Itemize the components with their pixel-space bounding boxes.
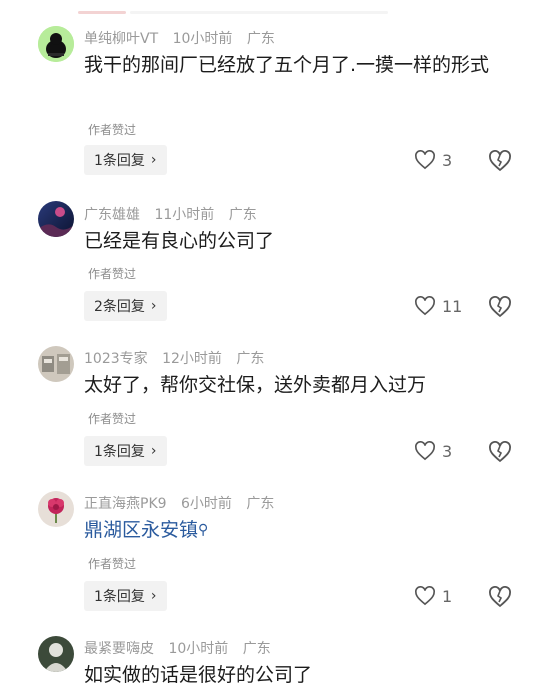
replies-label: 2条回复 [94,299,145,315]
view-replies-button[interactable]: 1条回复 › [84,581,167,611]
comment-meta: 最紧要嗨皮 10小时前 广东 [84,638,281,658]
comment-text: 我干的那间厂已经放了五个月了.一摸一样的形式 [84,54,490,76]
chevron-right-icon: › [150,298,157,314]
author-liked-label: 作者赞过 [88,123,137,137]
dislike-button[interactable] [488,441,512,467]
like-count: 3 [442,441,453,461]
comment-time: 10小时前 [172,31,233,47]
heart-icon [415,586,435,606]
comment-location: 广东 [246,31,275,47]
comment-location: 广东 [236,351,265,367]
username[interactable]: 最紧要嗨皮 [84,641,154,657]
heart-icon [415,296,435,316]
view-replies-button[interactable]: 1条回复 › [84,145,167,175]
like-button[interactable]: 1 [414,586,452,606]
comment-text: 太好了，帮你交社保，送外卖都月入过万 [84,374,427,396]
author-liked-label: 作者赞过 [88,412,137,426]
dislike-button[interactable] [488,296,512,322]
replies-label: 1条回复 [94,444,145,460]
username[interactable]: 单纯柳叶VT [84,31,158,47]
top-scroll-indicator [78,0,388,14]
dislike-button[interactable] [488,150,512,176]
search-icon: ⚲ [198,522,209,538]
broken-heart-icon [489,586,511,608]
author-liked-label: 作者赞过 [88,267,137,281]
avatar[interactable] [38,26,74,62]
chevron-right-icon: › [150,588,157,604]
comment-meta: 正直海燕PK9 6小时前 广东 [84,493,284,513]
black-blob-avatar-icon [38,26,74,62]
avatar[interactable] [38,201,74,237]
comment-location: 广东 [246,496,275,512]
comment-location: 广东 [242,641,271,657]
view-replies-button[interactable]: 2条回复 › [84,291,167,321]
like-count: 3 [442,150,453,170]
like-count: 11 [442,296,463,316]
photo-avatar-icon [38,636,74,672]
avatar[interactable] [38,346,74,382]
username[interactable]: 正直海燕PK9 [84,496,167,512]
username[interactable]: 1023专家 [84,351,148,367]
heart-icon [415,441,435,461]
avatar[interactable] [38,636,74,672]
comment-meta: 单纯柳叶VT 10小时前 广东 [84,28,285,48]
flower-avatar-icon [38,491,74,527]
comment-text: 已经是有良心的公司了 [84,230,275,252]
chevron-right-icon: › [150,152,157,168]
replies-label: 1条回复 [94,153,145,169]
dislike-button[interactable] [488,586,512,612]
comment-meta: 广东雄雄 11小时前 广东 [84,204,267,224]
like-button[interactable]: 3 [414,441,452,461]
view-replies-button[interactable]: 1条回复 › [84,436,167,466]
username[interactable]: 广东雄雄 [84,207,140,223]
photo-avatar-icon [38,346,74,382]
like-button[interactable]: 3 [414,150,452,170]
location-link[interactable]: 鼎湖区永安镇 [84,519,198,541]
author-liked-label: 作者赞过 [88,557,137,571]
broken-heart-icon [489,150,511,172]
comment-location: 广东 [228,207,257,223]
comment-time: 12小时前 [162,351,222,367]
comment-text: 鼎湖区永安镇⚲ [84,515,509,546]
comment-time: 11小时前 [154,207,215,223]
comment-time: 10小时前 [168,641,229,657]
broken-heart-icon [489,296,511,318]
avatar[interactable] [38,491,74,527]
chevron-right-icon: › [150,443,157,459]
broken-heart-icon [489,441,511,463]
replies-label: 1条回复 [94,589,145,605]
comment-time: 6小时前 [180,496,232,512]
heart-icon [415,150,435,170]
like-count: 1 [442,586,453,606]
comment-meta: 1023专家 12小时前 广东 [84,348,274,368]
like-button[interactable]: 11 [414,296,462,316]
comment-text: 如实做的话是很好的公司了 [84,664,313,686]
night-sky-avatar-icon [38,201,74,237]
